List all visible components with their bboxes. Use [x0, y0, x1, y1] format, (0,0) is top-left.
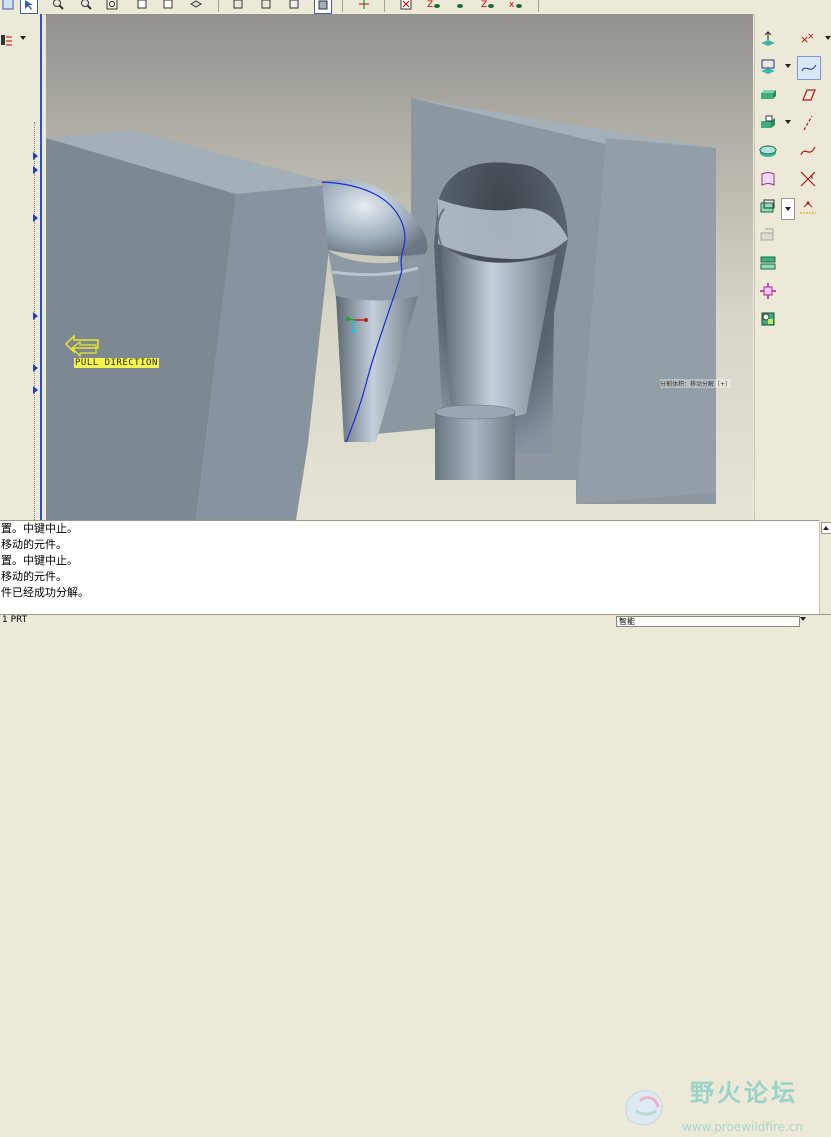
wireframe-icon[interactable]	[230, 0, 246, 12]
cast-icon[interactable]	[757, 280, 779, 302]
feed-system-icon[interactable]	[757, 252, 779, 274]
mold-model[interactable]	[46, 14, 753, 520]
select-arrow-icon[interactable]	[20, 0, 38, 14]
split-volume-icon[interactable]	[757, 196, 779, 218]
pull-direction-label: PULL DIRECTION	[74, 358, 159, 368]
datum-display-icon[interactable]: x	[508, 0, 524, 12]
svg-text:x: x	[810, 174, 814, 181]
sprue-cylinder	[435, 410, 515, 480]
view-orient-icon[interactable]	[160, 0, 176, 12]
repaint-icon[interactable]	[134, 0, 150, 12]
filter-value: 智能	[619, 617, 635, 626]
workpiece-icon[interactable]	[757, 84, 779, 106]
status-text: 1 PRT	[2, 615, 28, 625]
chevron-down-icon[interactable]	[800, 617, 806, 621]
chevron-down-icon[interactable]	[785, 64, 791, 68]
message-scrollbar[interactable]	[819, 520, 831, 614]
selection-filter-select[interactable]: 智能	[616, 616, 800, 627]
svg-text:×: ×	[807, 32, 815, 42]
svg-text:Z: Z	[481, 0, 487, 10]
collapse-marker-icon[interactable]	[33, 312, 38, 320]
mold-open-icon[interactable]	[757, 308, 779, 330]
svg-text:Z: Z	[427, 0, 433, 10]
refit-icon[interactable]	[104, 0, 120, 12]
message-line: 置。中键中止。	[1, 554, 78, 567]
watermark-title: 野火论坛	[690, 1079, 798, 1107]
mold-component-icon[interactable]	[757, 224, 779, 246]
message-line: 置。中键中止。	[1, 522, 78, 535]
datum-curve-icon[interactable]	[797, 140, 819, 162]
main-toolbar: Z Z x	[0, 0, 831, 15]
graphics-window[interactable]: PULL DIRECTION 分割体积：移动分解（+）	[46, 14, 753, 520]
datum-plane-icon[interactable]	[797, 84, 819, 106]
collapse-marker-icon[interactable]	[33, 152, 38, 160]
refpart-icon[interactable]	[757, 56, 779, 78]
spin-center-icon[interactable]	[356, 0, 372, 12]
chevron-down-icon[interactable]	[825, 36, 831, 40]
status-bar: 1 PRT 智能	[0, 614, 831, 627]
datum-point-icon[interactable]: × ×	[797, 28, 819, 50]
scroll-up-button[interactable]	[821, 522, 831, 534]
dimension-note: 分割体积：移动分解（+）	[660, 379, 732, 388]
point-display-icon[interactable]	[452, 0, 468, 12]
watermark-logo: 野火论坛 www.proewildfire.cn	[618, 1081, 818, 1137]
layers-icon[interactable]	[188, 0, 204, 12]
collapse-marker-icon[interactable]	[33, 364, 38, 372]
csys-display-icon[interactable]: Z	[480, 0, 496, 12]
datum-csys-icon[interactable]: x	[797, 168, 819, 190]
message-area: 置。中键中止。 移动的元件。 置。中键中止。 移动的元件。 件已经成功分解。 野…	[0, 520, 819, 1134]
shading-icon[interactable]	[314, 0, 332, 14]
mold-layout-icon[interactable]	[757, 28, 779, 50]
mold-toolbar: × × x	[754, 14, 831, 520]
new-icon[interactable]	[0, 0, 16, 12]
model-tree-panel	[0, 14, 44, 522]
zoom-out-icon[interactable]	[78, 0, 94, 12]
collapse-marker-icon[interactable]	[33, 386, 38, 394]
collapse-marker-icon[interactable]	[33, 214, 38, 222]
sketch-curve-icon[interactable]	[797, 56, 821, 80]
svg-text:x: x	[509, 0, 515, 10]
volume-icon[interactable]	[757, 168, 779, 190]
shrinkage-icon[interactable]	[757, 112, 779, 134]
no-hidden-icon[interactable]	[286, 0, 302, 12]
chevron-down-icon[interactable]	[785, 120, 791, 124]
close-icon[interactable]	[398, 0, 414, 12]
message-line: 移动的元件。	[1, 538, 67, 551]
hidden-line-icon[interactable]	[258, 0, 274, 12]
dropdown-button[interactable]	[781, 198, 795, 220]
axis-display-icon[interactable]: Z	[426, 0, 442, 12]
zoom-in-icon[interactable]	[50, 0, 66, 12]
message-line: 件已经成功分解。	[1, 586, 89, 599]
model-tree-icon[interactable]	[0, 32, 14, 46]
chevron-down-icon[interactable]	[20, 36, 26, 40]
watermark-url: www.proewildfire.cn	[682, 1120, 803, 1134]
datum-axis-icon[interactable]	[797, 112, 819, 134]
parting-surface-icon[interactable]	[757, 140, 779, 162]
collapse-marker-icon[interactable]	[33, 166, 38, 174]
message-line: 移动的元件。	[1, 570, 67, 583]
datum-analysis-icon[interactable]	[797, 196, 819, 218]
